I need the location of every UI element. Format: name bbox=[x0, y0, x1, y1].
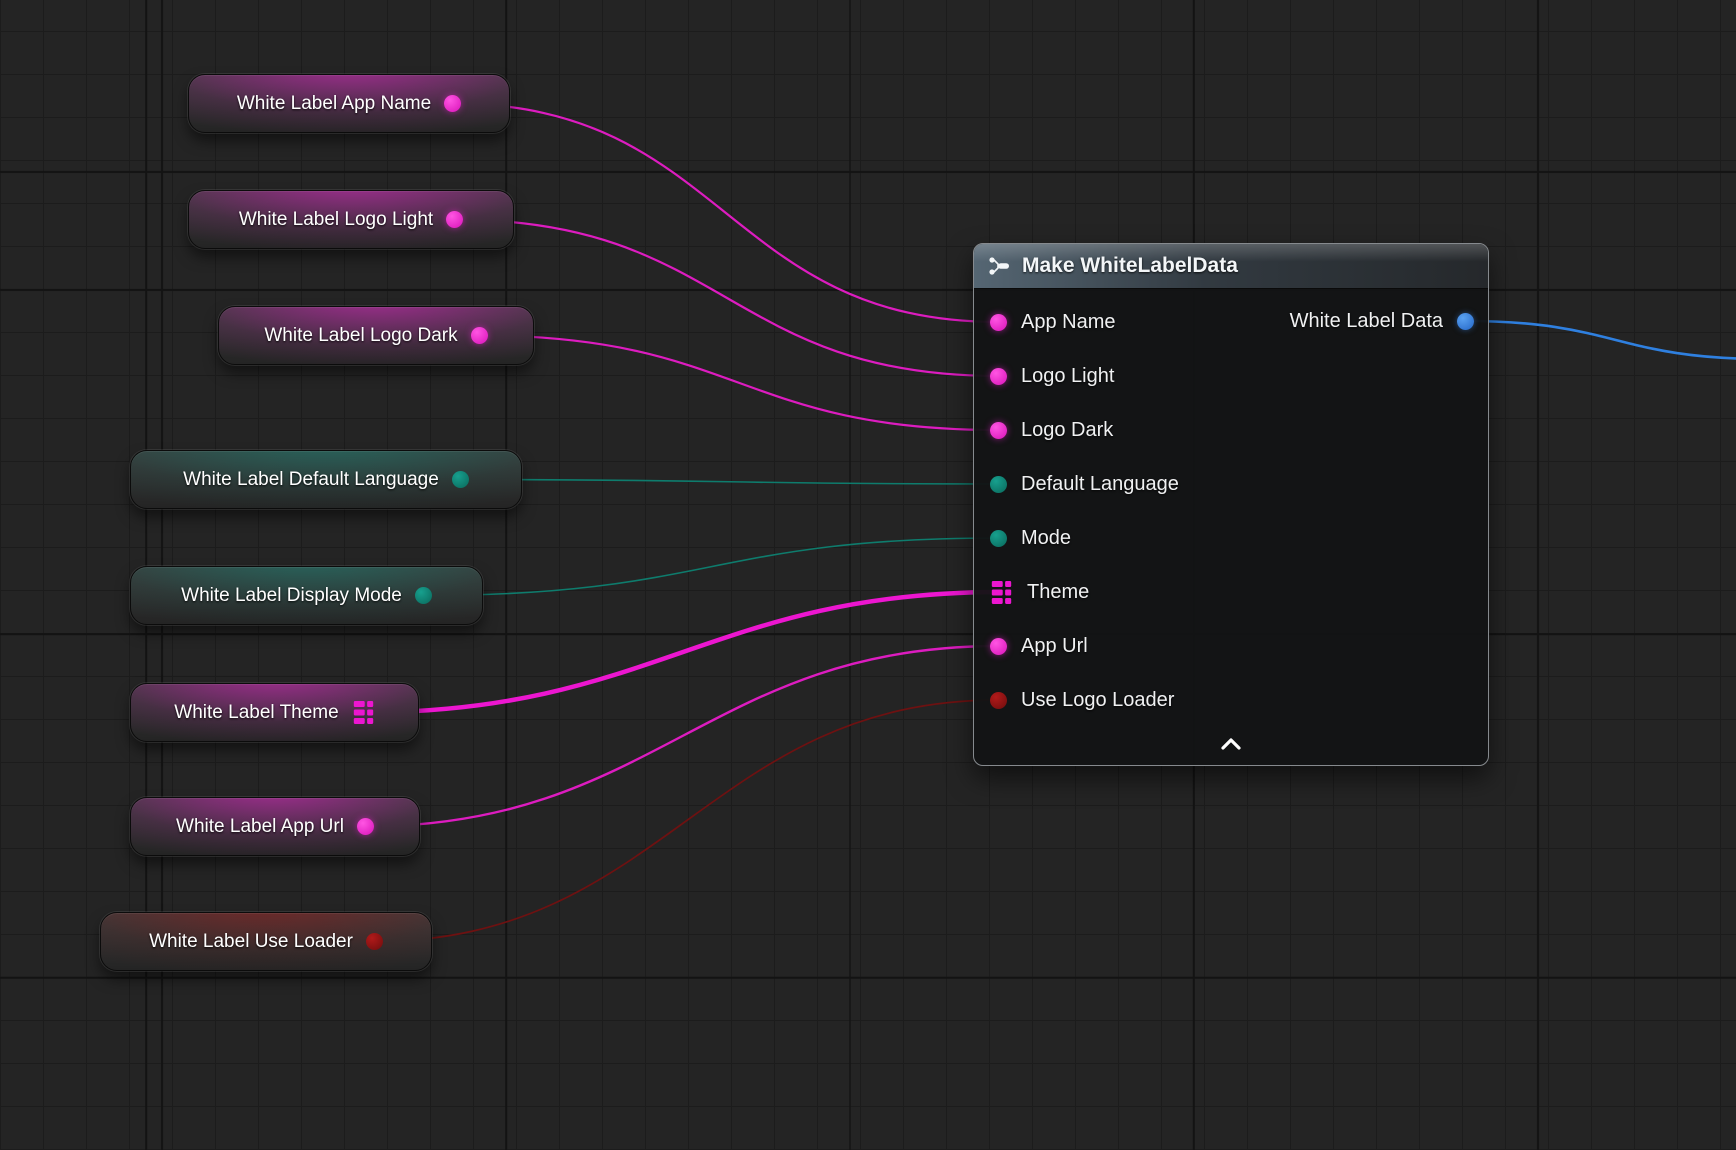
input-row: App Url bbox=[974, 619, 1488, 673]
struct-pin-icon bbox=[990, 581, 1013, 604]
input-pin-label: Logo Light bbox=[1021, 365, 1114, 388]
input-pin-label: Default Language bbox=[1021, 473, 1179, 496]
input-pin[interactable] bbox=[990, 314, 1007, 331]
input-pin-label: Use Logo Loader bbox=[1021, 689, 1174, 712]
input-pin[interactable] bbox=[990, 476, 1007, 493]
input-row: Logo Dark bbox=[974, 403, 1488, 457]
output-pin[interactable] bbox=[352, 701, 375, 724]
input-pin[interactable] bbox=[990, 530, 1007, 547]
output-pin-label: White Label Data bbox=[1290, 310, 1443, 333]
node-get-app-url[interactable]: White Label App Url bbox=[130, 797, 420, 856]
input-pin[interactable] bbox=[990, 422, 1007, 439]
node-get-display-mode[interactable]: White Label Display Mode bbox=[130, 566, 483, 625]
input-rows: App Name Logo Light Logo Dark Default La… bbox=[974, 289, 1488, 727]
variable-name-label: White Label Logo Dark bbox=[264, 325, 457, 347]
output-pin[interactable] bbox=[1457, 313, 1474, 330]
input-row: Logo Light bbox=[974, 349, 1488, 403]
output-pin[interactable] bbox=[415, 587, 432, 604]
node-get-use-loader[interactable]: White Label Use Loader bbox=[100, 912, 432, 971]
input-pin-label: App Name bbox=[1021, 311, 1116, 334]
variable-name-label: White Label Theme bbox=[174, 702, 338, 724]
variable-name-label: White Label App Url bbox=[176, 816, 344, 838]
node-title: Make WhiteLabelData bbox=[1022, 254, 1238, 278]
node-get-logo-dark[interactable]: White Label Logo Dark bbox=[218, 306, 534, 365]
input-row: Theme bbox=[974, 565, 1488, 619]
node-get-theme[interactable]: White Label Theme bbox=[130, 683, 419, 742]
variable-name-label: White Label App Name bbox=[237, 93, 431, 115]
blueprint-canvas[interactable]: White Label App Name White Label Logo Li… bbox=[0, 0, 1736, 1150]
make-struct-icon bbox=[987, 254, 1011, 278]
input-pin[interactable] bbox=[990, 638, 1007, 655]
variable-name-label: White Label Display Mode bbox=[181, 585, 402, 607]
output-row: White Label Data bbox=[1290, 294, 1474, 348]
node-get-logo-light[interactable]: White Label Logo Light bbox=[188, 190, 514, 249]
input-pin[interactable] bbox=[990, 692, 1007, 709]
input-row: Mode bbox=[974, 511, 1488, 565]
struct-pin-icon bbox=[352, 701, 375, 724]
output-pin[interactable] bbox=[446, 211, 463, 228]
output-pin[interactable] bbox=[444, 95, 461, 112]
variable-name-label: White Label Use Loader bbox=[149, 931, 353, 953]
node-header[interactable]: Make WhiteLabelData bbox=[974, 244, 1488, 289]
input-pin-label: Logo Dark bbox=[1021, 419, 1113, 442]
chevron-up-icon bbox=[1217, 736, 1245, 752]
input-pin[interactable] bbox=[990, 368, 1007, 385]
output-pin[interactable] bbox=[452, 471, 469, 488]
input-row: Use Logo Loader bbox=[974, 673, 1488, 727]
input-pin-label: Theme bbox=[1027, 581, 1089, 604]
output-pin[interactable] bbox=[471, 327, 488, 344]
input-pin-label: App Url bbox=[1021, 635, 1088, 658]
output-pin[interactable] bbox=[357, 818, 374, 835]
collapse-button[interactable] bbox=[974, 729, 1488, 759]
node-make-whitelabeldata[interactable]: Make WhiteLabelData White Label Data App… bbox=[973, 243, 1489, 766]
node-get-default-language[interactable]: White Label Default Language bbox=[130, 450, 522, 509]
node-get-app-name[interactable]: White Label App Name bbox=[188, 74, 510, 133]
input-row: Default Language bbox=[974, 457, 1488, 511]
output-pin[interactable] bbox=[366, 933, 383, 950]
variable-name-label: White Label Logo Light bbox=[239, 209, 433, 231]
input-pin-label: Mode bbox=[1021, 527, 1071, 550]
input-pin[interactable] bbox=[990, 581, 1013, 604]
variable-name-label: White Label Default Language bbox=[183, 469, 439, 491]
